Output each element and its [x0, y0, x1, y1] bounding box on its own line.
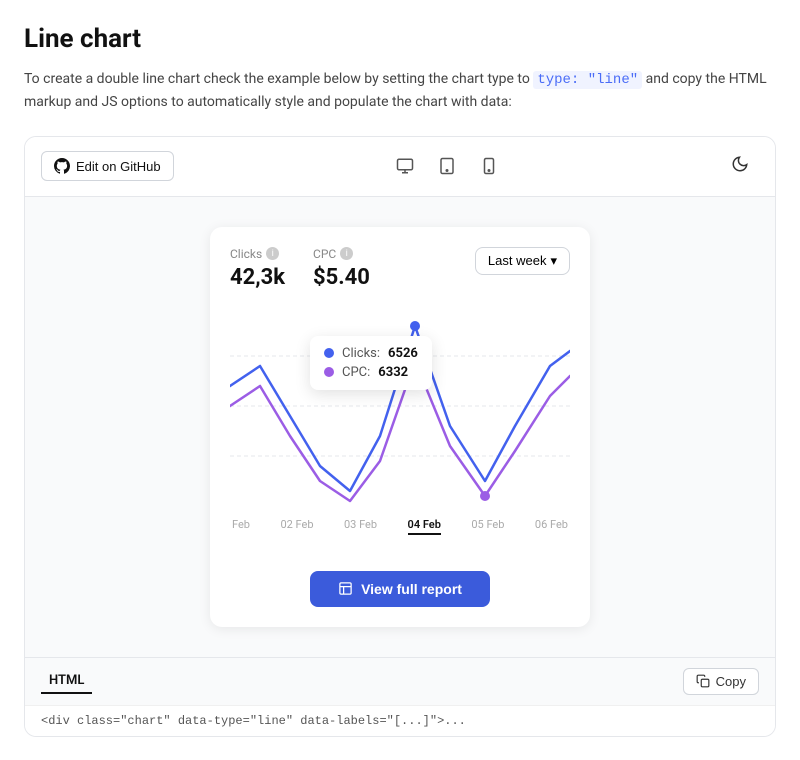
clicks-info-icon[interactable]: i: [266, 247, 279, 260]
clicks-line: [230, 326, 570, 491]
cpc-info-icon[interactable]: i: [340, 247, 353, 260]
x-label-1: 02 Feb: [280, 518, 313, 535]
cpc-line: [230, 361, 570, 501]
line-chart-svg: [230, 306, 570, 506]
report-icon: [338, 581, 353, 596]
x-label-5: 06 Feb: [535, 518, 568, 535]
chart-area: Clicks: 6526 CPC: 6332: [230, 306, 570, 506]
toolbar-icon-group: [388, 151, 506, 181]
edit-github-button[interactable]: Edit on GitHub: [41, 151, 174, 181]
chart-metrics: Clicks i 42,3k CPC i $5.40: [230, 247, 370, 290]
demo-preview: Clicks i 42,3k CPC i $5.40 Last we: [25, 197, 775, 657]
tablet-view-button[interactable]: [430, 151, 464, 181]
clicks-metric: Clicks i 42,3k: [230, 247, 285, 290]
chart-header: Clicks i 42,3k CPC i $5.40 Last we: [230, 247, 570, 290]
desktop-icon: [396, 157, 414, 175]
x-label-2: 03 Feb: [344, 518, 377, 535]
page-title: Line chart: [24, 24, 776, 54]
code-tabs-bar: HTML Copy: [25, 657, 775, 705]
tablet-icon: [438, 157, 456, 175]
github-icon: [54, 158, 70, 174]
chevron-down-icon: ▾: [550, 253, 557, 269]
x-label-0: Feb: [232, 518, 250, 535]
desktop-view-button[interactable]: [388, 151, 422, 181]
clicks-active-dot: [410, 321, 420, 331]
demo-toolbar: Edit on GitHub: [25, 137, 775, 197]
copy-button[interactable]: Copy: [683, 668, 759, 695]
html-tab[interactable]: HTML: [41, 669, 92, 694]
cpc-metric: CPC i $5.40: [313, 247, 370, 290]
period-selector[interactable]: Last week ▾: [475, 247, 570, 275]
code-preview-line: <div class="chart" data-type="line" data…: [25, 705, 775, 736]
mobile-view-button[interactable]: [472, 151, 506, 181]
view-full-report-button[interactable]: View full report: [310, 571, 490, 607]
chart-card: Clicks i 42,3k CPC i $5.40 Last we: [210, 227, 590, 627]
cpc-value: $5.40: [313, 265, 370, 290]
cpc-active-dot: [480, 491, 490, 501]
dark-mode-button[interactable]: [721, 149, 759, 184]
mobile-icon: [480, 157, 498, 175]
x-label-4: 05 Feb: [471, 518, 504, 535]
chart-xaxis: Feb 02 Feb 03 Feb 04 Feb 05 Feb 06 Feb: [230, 518, 570, 535]
moon-icon: [731, 155, 749, 173]
copy-icon: [696, 674, 710, 688]
x-label-3: 04 Feb: [408, 518, 441, 535]
clicks-value: 42,3k: [230, 265, 285, 290]
demo-container: Edit on GitHub: [24, 136, 776, 737]
page-description: To create a double line chart check the …: [24, 68, 776, 114]
